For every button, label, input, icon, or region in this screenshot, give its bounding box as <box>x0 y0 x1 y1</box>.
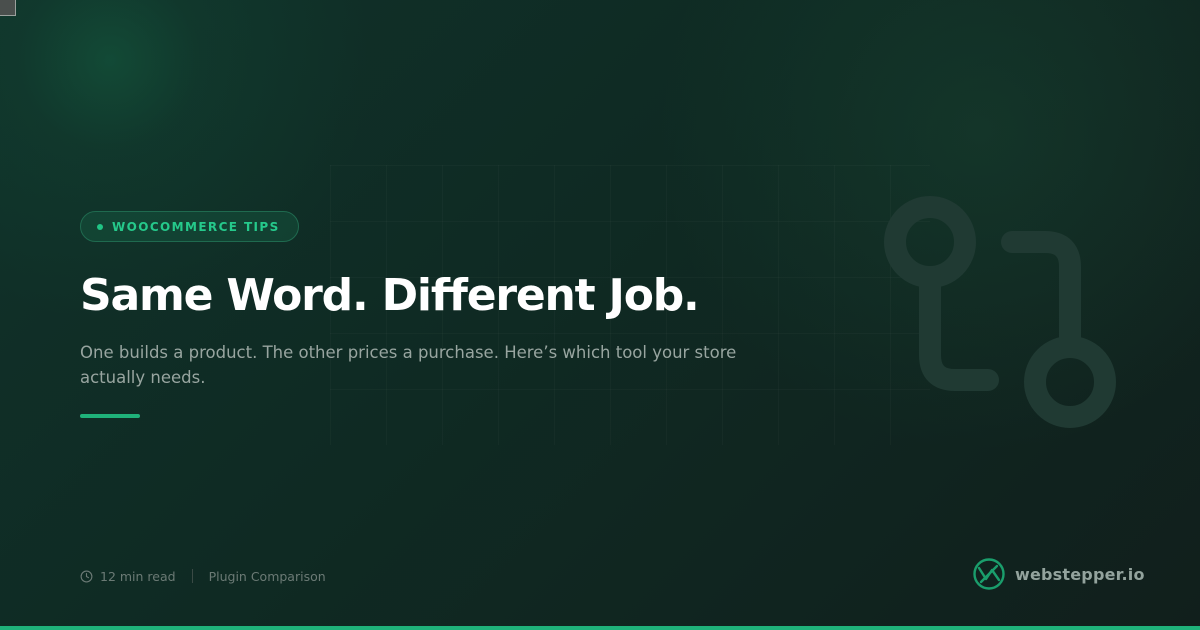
article-meta: 12 min read Plugin Comparison <box>80 566 326 586</box>
webstepper-logo-icon <box>973 558 1005 590</box>
brand-name: webstepper.io <box>1015 564 1145 584</box>
read-time: 12 min read <box>100 568 176 584</box>
page-subtitle: One builds a product. The other prices a… <box>80 343 737 387</box>
accent-divider <box>80 414 140 418</box>
clock-icon <box>80 570 93 582</box>
tag-dot-icon <box>97 223 103 230</box>
git-compare-icon <box>884 196 1116 428</box>
brand[interactable]: webstepper.io <box>972 557 1145 591</box>
category-tag-label: WOOCOMMERCE TIPS <box>112 219 280 234</box>
category-tag: WOOCOMMERCE TIPS <box>80 211 299 242</box>
og-card: WOOCOMMERCE TIPS Same Word. Different Jo… <box>0 0 1200 630</box>
corner-square <box>0 0 16 16</box>
page-title: Same Word. Different Job. <box>80 270 700 321</box>
article-category: Plugin Comparison <box>208 568 326 584</box>
meta-divider <box>191 569 193 583</box>
bottom-accent-bar <box>0 626 1200 630</box>
